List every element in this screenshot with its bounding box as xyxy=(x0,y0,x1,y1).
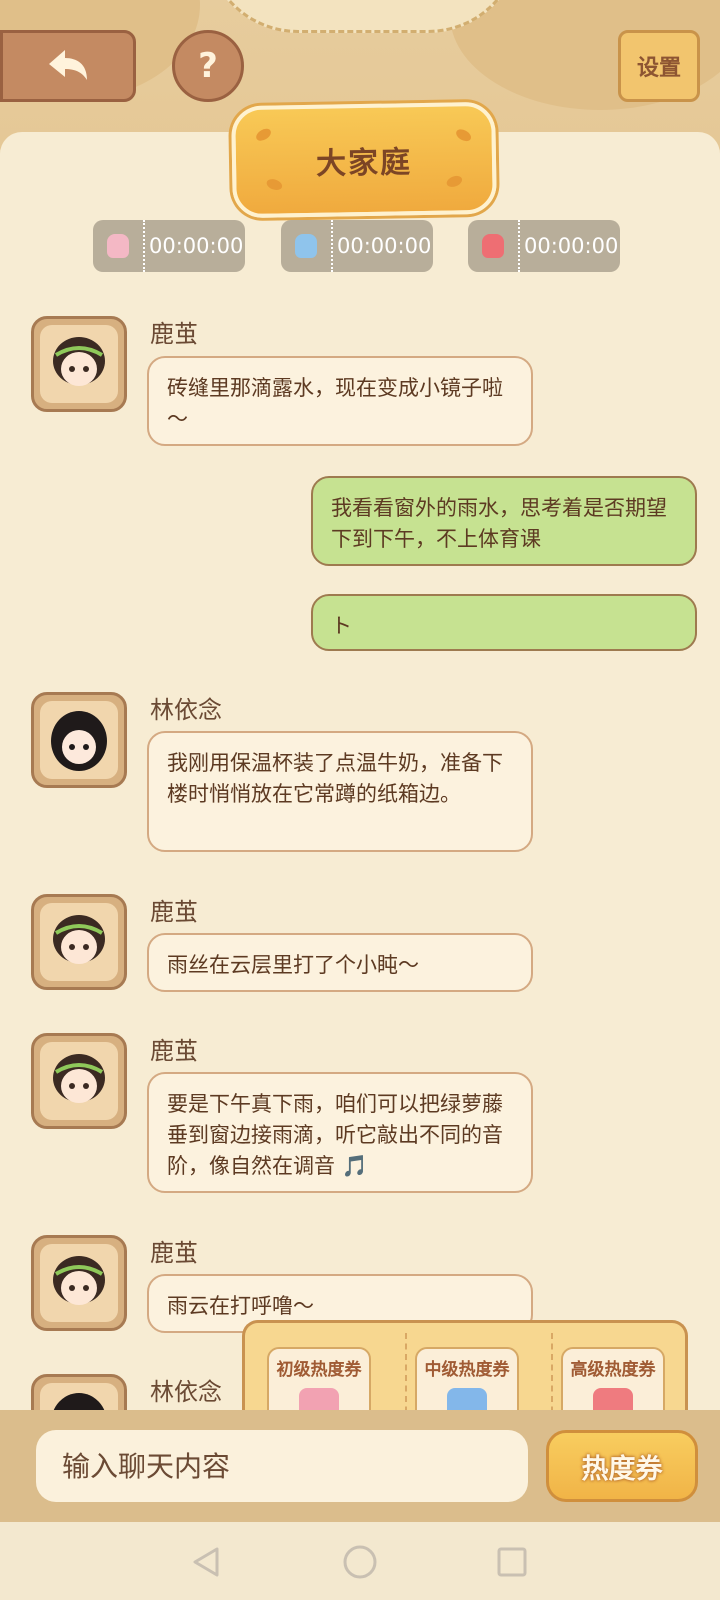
sender-name: 鹿茧 xyxy=(150,320,198,348)
leaf-decoration xyxy=(454,127,474,144)
pet-timer[interactable]: 00:00:00 xyxy=(468,220,620,272)
heat-coupon-button[interactable]: 热度券 xyxy=(546,1430,698,1502)
coupon-tray: 初级热度券 中级热度券 高级热度券 xyxy=(242,1320,688,1420)
room-title-badge: 大家庭 xyxy=(231,101,497,219)
back-arrow-icon xyxy=(49,50,87,80)
pet-icon xyxy=(468,220,520,272)
timer-value: 00:00:00 xyxy=(337,234,432,258)
divider xyxy=(551,1333,553,1420)
home-circle-icon xyxy=(343,1545,377,1579)
settings-label: 设置 xyxy=(636,56,681,81)
avatar[interactable] xyxy=(31,692,127,788)
page-title: 大家庭 xyxy=(315,145,413,182)
pet-icon xyxy=(93,220,145,272)
settings-button[interactable]: 设置 xyxy=(618,30,700,102)
system-nav-bar xyxy=(0,1522,720,1600)
leaf-decoration xyxy=(445,173,464,189)
sender-name: 鹿茧 xyxy=(150,1239,198,1267)
sender-name: 林依念 xyxy=(150,1378,222,1406)
question-icon: ? xyxy=(198,46,218,86)
character-avatar-icon xyxy=(53,1256,105,1305)
sender-name: 鹿茧 xyxy=(150,1037,198,1065)
recents-square-icon xyxy=(497,1547,527,1577)
character-avatar-icon xyxy=(53,337,105,386)
sender-name: 鹿茧 xyxy=(150,898,198,926)
nav-recents-button[interactable] xyxy=(492,1542,532,1582)
timer-value: 00:00:00 xyxy=(524,234,619,258)
back-button[interactable] xyxy=(0,30,136,102)
my-message-bubble[interactable]: ト xyxy=(311,594,697,651)
coupon-label: 初级热度券 xyxy=(276,1360,362,1380)
character-avatar-icon xyxy=(53,1054,105,1103)
leaf-decoration xyxy=(265,177,284,192)
nav-home-button[interactable] xyxy=(340,1542,380,1582)
my-message-bubble[interactable]: 我看看窗外的雨水，思考着是否期望下到下午，不上体育课 xyxy=(311,476,697,566)
message-bubble[interactable]: 砖缝里那滴露水，现在变成小镜子啦～ xyxy=(147,356,533,446)
avatar[interactable] xyxy=(31,1235,127,1331)
coupon-label: 中级热度券 xyxy=(424,1360,510,1380)
message-bubble[interactable]: 要是下午真下雨，咱们可以把绿萝藤垂到窗边接雨滴，听它敲出不同的音阶，像自然在调音… xyxy=(147,1072,533,1193)
character-avatar-icon xyxy=(51,711,107,771)
help-button[interactable]: ? xyxy=(172,30,244,102)
pet-timer[interactable]: 00:00:00 xyxy=(281,220,433,272)
chat-input[interactable] xyxy=(36,1430,528,1502)
character-avatar-icon xyxy=(53,915,105,964)
timer-value: 00:00:00 xyxy=(149,234,244,258)
avatar[interactable] xyxy=(31,1033,127,1129)
pet-timer[interactable]: 00:00:00 xyxy=(93,220,245,272)
sender-name: 林依念 xyxy=(150,696,222,724)
coupon-label: 高级热度券 xyxy=(570,1360,656,1380)
heat-coupon-label: 热度券 xyxy=(581,1453,663,1485)
composer-bar: 热度券 xyxy=(0,1410,720,1522)
avatar[interactable] xyxy=(31,316,127,412)
message-bubble[interactable]: 我刚用保温杯装了点温牛奶，准备下楼时悄悄放在它常蹲的纸箱边。 xyxy=(147,731,533,852)
avatar[interactable] xyxy=(31,894,127,990)
leaf-decoration xyxy=(254,126,273,144)
back-triangle-icon xyxy=(193,1547,219,1577)
pet-icon xyxy=(281,220,333,272)
message-bubble[interactable]: 雨丝在云层里打了个小盹～ xyxy=(147,933,533,992)
divider xyxy=(405,1333,407,1420)
nav-back-button[interactable] xyxy=(186,1542,226,1582)
